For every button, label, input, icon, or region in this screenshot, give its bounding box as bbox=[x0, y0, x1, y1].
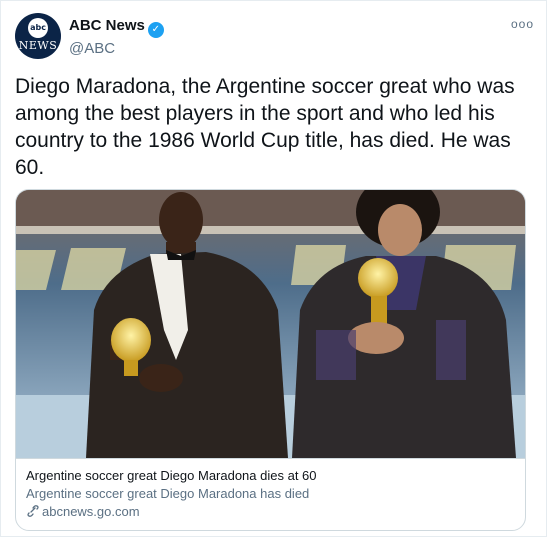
link-card[interactable]: Argentine soccer great Diego Maradona di… bbox=[15, 189, 526, 531]
card-title[interactable]: Argentine soccer great Diego Maradona di… bbox=[26, 467, 515, 485]
account-names: ABC News ✓ @ABC bbox=[69, 16, 164, 59]
news-logo-text: NEWS bbox=[18, 39, 58, 52]
card-footer[interactable]: Argentine soccer great Diego Maradona di… bbox=[16, 458, 525, 530]
account-handle[interactable]: @ABC bbox=[69, 39, 164, 59]
display-name[interactable]: ABC News bbox=[69, 16, 145, 35]
card-image[interactable] bbox=[16, 190, 525, 458]
card-domain[interactable]: abcnews.go.com bbox=[26, 503, 515, 521]
card-description: Argentine soccer great Diego Maradona ha… bbox=[26, 486, 310, 501]
verified-badge-icon: ✓ bbox=[147, 22, 164, 38]
tweet[interactable]: abc NEWS ABC News ✓ @ABC ooo Diego Marado… bbox=[0, 0, 547, 537]
avatar[interactable]: abc NEWS bbox=[15, 13, 61, 59]
tweet-text: Diego Maradona, the Argentine soccer gre… bbox=[15, 75, 515, 179]
tweet-header: abc NEWS ABC News ✓ @ABC ooo bbox=[15, 13, 534, 59]
more-options-icon[interactable]: ooo bbox=[511, 17, 534, 31]
card-domain-text: abcnews.go.com bbox=[42, 504, 140, 519]
abc-logo: abc bbox=[28, 18, 48, 38]
link-icon bbox=[27, 505, 39, 517]
